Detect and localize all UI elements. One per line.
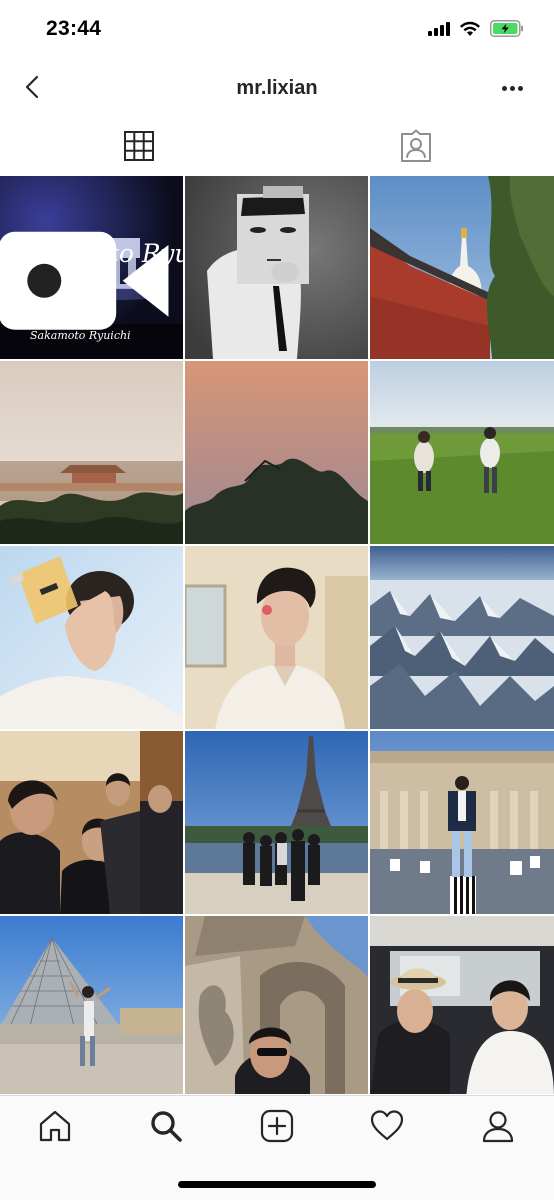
post-image-sunset <box>185 361 368 544</box>
tagged-photos-icon <box>400 129 431 162</box>
post-tile[interactable] <box>0 361 183 544</box>
post-image-field <box>370 361 554 544</box>
battery-charging-icon <box>490 20 523 37</box>
profile-header: mr.lixian <box>0 60 554 116</box>
post-tile[interactable] <box>370 176 554 359</box>
post-image-eiffel-tower <box>185 731 368 914</box>
post-tile[interactable] <box>370 361 554 544</box>
video-camera-icon <box>0 231 169 330</box>
profile-tabs <box>0 118 554 174</box>
post-tile[interactable] <box>185 361 368 544</box>
post-tile[interactable] <box>185 916 368 1094</box>
post-tile[interactable]: Sakamoto Ryuichi Sakamoto Ryuichi <box>0 176 183 359</box>
post-tile[interactable] <box>185 546 368 729</box>
post-image-perfume <box>0 546 183 729</box>
signal-icon <box>428 21 450 36</box>
post-image-colonnes <box>370 731 554 914</box>
more-horizontal-icon <box>501 85 507 91</box>
post-image-bw-portrait <box>185 176 368 359</box>
home-indicator <box>178 1181 376 1188</box>
username-title: mr.lixian <box>236 77 318 99</box>
post-tile[interactable] <box>185 731 368 914</box>
nav-home[interactable] <box>37 1108 73 1144</box>
nav-profile[interactable] <box>480 1108 516 1144</box>
post-tile[interactable] <box>370 731 554 914</box>
post-image-forbidden-city <box>0 361 183 544</box>
post-image-white-shirt <box>185 546 368 729</box>
status-icons <box>428 20 524 37</box>
wifi-icon <box>460 21 480 36</box>
status-time: 23:44 <box>46 17 102 40</box>
posts-grid: Sakamoto Ryuichi Sakamoto Ryuichi <box>0 176 554 1094</box>
post-image-tuxedos <box>0 731 183 914</box>
profile-icon <box>482 1111 514 1143</box>
post-image-stupa <box>370 176 554 359</box>
nav-activity[interactable] <box>369 1108 405 1144</box>
tab-tagged[interactable] <box>277 118 554 174</box>
post-image-mountains <box>370 546 554 729</box>
post-image-arc-de-triomphe <box>185 916 368 1094</box>
add-post-icon <box>260 1109 294 1143</box>
post-image-car <box>370 916 554 1094</box>
post-tile[interactable] <box>370 916 554 1094</box>
heart-icon <box>370 1110 404 1141</box>
post-tile[interactable] <box>0 731 183 914</box>
status-bar: 23:44 <box>0 0 554 60</box>
grid-icon <box>123 131 154 161</box>
post-tile[interactable] <box>185 176 368 359</box>
nav-search[interactable] <box>148 1108 184 1144</box>
home-icon <box>39 1110 71 1142</box>
nav-new-post[interactable] <box>259 1108 295 1144</box>
more-options-button[interactable] <box>498 74 526 102</box>
search-icon <box>151 1111 182 1142</box>
post-tile[interactable] <box>0 546 183 729</box>
post-tile[interactable] <box>370 546 554 729</box>
tab-grid[interactable] <box>0 118 277 174</box>
post-image-louvre <box>0 916 183 1094</box>
post-tile[interactable] <box>0 916 183 1094</box>
